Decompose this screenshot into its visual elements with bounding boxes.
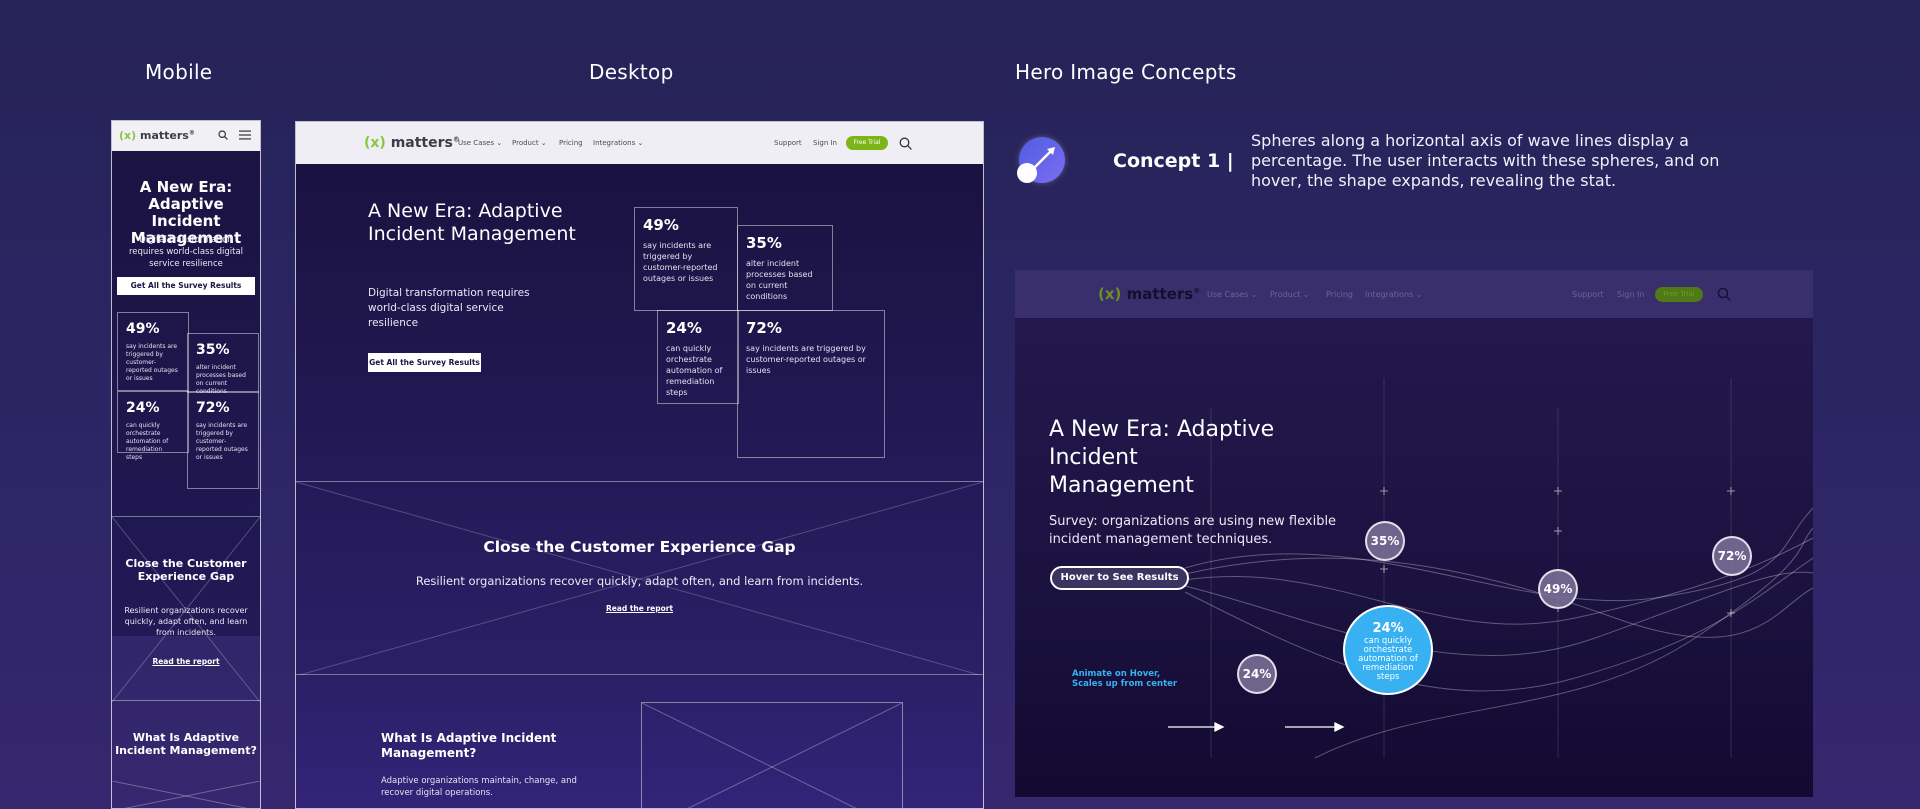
stat-bubble-72[interactable]: 72% [1712, 536, 1752, 576]
nav-integrations[interactable]: Integrations ⌄ [1365, 290, 1423, 299]
desktop-cx-text: Resilient organizations recover quickly,… [415, 574, 864, 588]
desktop-what-title: What Is Adaptive Incident Management? [381, 731, 557, 760]
desktop-hero-subtitle: Digital transformation requires world-cl… [368, 287, 530, 329]
desktop-what-section: What Is Adaptive Incident Management? Ad… [296, 675, 983, 808]
desktop-mockup: (x) matters® Use Cases ⌄ Product ⌄ Prici… [295, 121, 984, 809]
desktop-header: (x) matters® Use Cases ⌄ Product ⌄ Prici… [296, 122, 983, 164]
mobile-cx-title: Close the Customer Experience Gap [125, 557, 247, 583]
mobile-stat-72: 72% say incidents are triggered by custom… [187, 391, 259, 489]
nav-support[interactable]: Support [1572, 290, 1604, 299]
mobile-cx-section: Close the Customer Experience Gap Resili… [112, 516, 260, 702]
section-title-mobile: Mobile [145, 60, 213, 84]
mobile-stat-24: 24% can quickly orchestrate automation of… [117, 391, 189, 461]
image-placeholder [641, 702, 903, 808]
concept-hero-subtitle: Survey: organizations are using new flex… [1049, 514, 1337, 547]
nav-sign-in[interactable]: Sign In [1617, 290, 1644, 299]
stat-bubble-24-small[interactable]: 24% [1237, 654, 1277, 694]
concept-logo[interactable]: (x) matters® [1098, 285, 1200, 303]
mobile-stat-49: 49% say incidents are triggered by custom… [117, 312, 189, 391]
search-icon[interactable] [218, 130, 228, 140]
hover-results-button[interactable]: Hover to See Results [1050, 566, 1189, 590]
desktop-hero-title: A New Era: Adaptive Incident Management [368, 200, 576, 245]
section-title-hero-concepts: Hero Image Concepts [1015, 60, 1237, 84]
nav-use-cases[interactable]: Use Cases ⌄ [1207, 290, 1257, 299]
mobile-logo[interactable]: (x) matters® [119, 129, 195, 142]
free-trial-button[interactable]: Free Trial [846, 136, 888, 150]
concept-label: Concept 1 | [1113, 150, 1234, 172]
concept-expand-icon [1017, 137, 1065, 183]
concept-hero-title: A New Era: Adaptive Incident Management [1049, 417, 1275, 498]
nav-pricing[interactable]: Pricing [1326, 290, 1353, 299]
stat-bubble-24-expanded[interactable]: 24% can quickly orchestrate automation o… [1343, 605, 1433, 695]
search-icon[interactable] [899, 137, 912, 150]
placeholder-cross [112, 781, 260, 808]
nav-use-cases[interactable]: Use Cases ⌄ [458, 139, 502, 147]
nav-sign-in[interactable]: Sign In [813, 139, 837, 147]
mobile-mockup: (x) matters® A New Era: Adaptive Inciden… [111, 120, 261, 809]
desktop-cx-title: Close the Customer Experience Gap [483, 538, 796, 556]
desktop-stat-24: 24% can quickly orchestrate automation of… [657, 310, 739, 404]
nav-pricing[interactable]: Pricing [559, 139, 583, 147]
desktop-stat-35: 35% alter incident processes based on cur… [737, 225, 833, 311]
animation-annotation: Animate on Hover, Scales up from center [1072, 669, 1178, 689]
desktop-stat-49: 49% say incidents are triggered by custom… [634, 207, 738, 311]
concept-description: Spheres along a horizontal axis of wave … [1251, 131, 1720, 190]
desktop-cx-section: Close the Customer Experience Gap Resili… [296, 481, 983, 676]
desktop-logo[interactable]: (x) matters® [364, 135, 460, 151]
mobile-cx-text: Resilient organizations recover quickly,… [124, 606, 248, 637]
hamburger-menu-icon[interactable] [239, 130, 251, 140]
mobile-hero-subtitle: Digital transformation requires world-cl… [128, 235, 244, 269]
wave-lines-graphic [1168, 378, 1813, 759]
nav-product[interactable]: Product ⌄ [512, 139, 547, 147]
mobile-survey-button[interactable]: Get All the Survey Results [117, 277, 255, 295]
mobile-stat-35: 35% alter incident processes based on cur… [187, 333, 259, 395]
concept-header: (x) matters® Use Cases ⌄ Product ⌄ Prici… [1015, 270, 1813, 318]
section-title-desktop: Desktop [589, 60, 674, 84]
mobile-header: (x) matters® [112, 121, 260, 151]
desktop-hero: A New Era: Adaptive Incident Management … [296, 164, 983, 481]
concept-hero-mockup: (x) matters® Use Cases ⌄ Product ⌄ Prici… [1015, 270, 1813, 797]
nav-product[interactable]: Product ⌄ [1270, 290, 1310, 299]
desktop-read-report-link[interactable]: Read the report [296, 604, 983, 613]
mobile-read-report-link[interactable]: Read the report [112, 657, 260, 666]
nav-integrations[interactable]: Integrations ⌄ [593, 139, 643, 147]
stat-bubble-35[interactable]: 35% [1365, 521, 1405, 561]
stat-bubble-49[interactable]: 49% [1538, 569, 1578, 609]
desktop-what-text: Adaptive organizations maintain, change,… [381, 776, 577, 798]
nav-support[interactable]: Support [774, 139, 802, 147]
free-trial-button[interactable]: Free Trial [1655, 287, 1703, 302]
desktop-survey-button[interactable]: Get All the Survey Results [368, 353, 481, 372]
mobile-what-title: What Is Adaptive Incident Management? [115, 731, 257, 757]
search-icon[interactable] [1717, 287, 1731, 301]
desktop-stat-72: 72% say incidents are triggered by custom… [737, 310, 885, 458]
